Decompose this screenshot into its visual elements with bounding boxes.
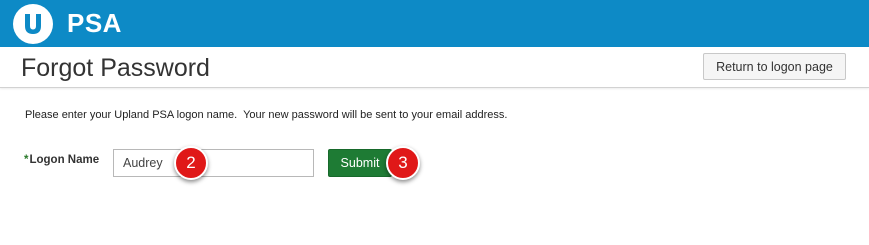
- callout-marker-2: 2: [174, 146, 208, 180]
- forgot-password-page: PSA Forgot Password Return to logon page…: [0, 0, 869, 245]
- page-title: Forgot Password: [21, 54, 210, 82]
- brand-bar: PSA: [0, 0, 869, 47]
- logon-name-label-text: Logon Name: [29, 154, 100, 166]
- title-bar: Forgot Password Return to logon page: [0, 47, 869, 88]
- brand-name: PSA: [67, 8, 122, 38]
- required-mark: *: [24, 154, 29, 166]
- callout-marker-3: 3: [386, 146, 420, 180]
- instructions-text: Please enter your Upland PSA logon name.…: [25, 109, 508, 121]
- submit-button[interactable]: Submit: [328, 149, 392, 177]
- upland-logo-icon: [13, 4, 53, 44]
- logon-name-input[interactable]: [113, 149, 314, 177]
- logon-name-label: *Logon Name: [24, 154, 99, 166]
- return-to-logon-button[interactable]: Return to logon page: [703, 53, 846, 80]
